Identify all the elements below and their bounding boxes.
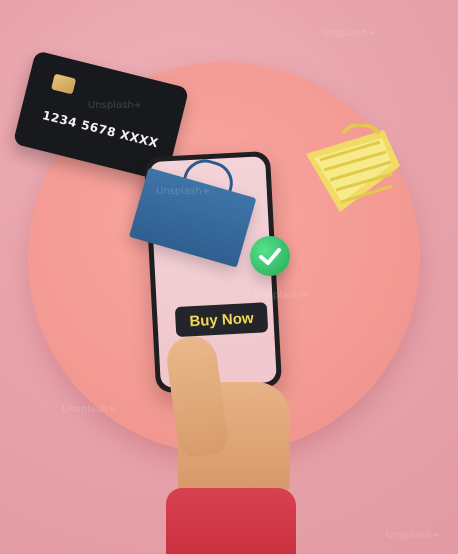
watermark: Unsplash+ [62, 404, 117, 415]
watermark: Unsplash+ [254, 290, 309, 301]
watermark: Unsplash+ [88, 100, 143, 111]
red-sleeve [166, 488, 296, 554]
watermark: Unsplash+ [386, 530, 441, 541]
card-number: 1234 5678 XXXX [40, 108, 160, 151]
shopping-basket [306, 124, 400, 212]
watermark: Unsplash+ [322, 28, 377, 39]
hand-finger [163, 333, 231, 459]
card-chip [51, 73, 77, 95]
illustration-scene: 1234 5678 XXXX Buy Now Unsplash+ Unsplas… [0, 0, 458, 554]
watermark: Unsplash+ [156, 186, 211, 197]
check-icon [259, 248, 281, 265]
buy-now-button[interactable]: Buy Now [174, 302, 269, 338]
check-badge [250, 236, 290, 276]
hand [163, 333, 296, 554]
